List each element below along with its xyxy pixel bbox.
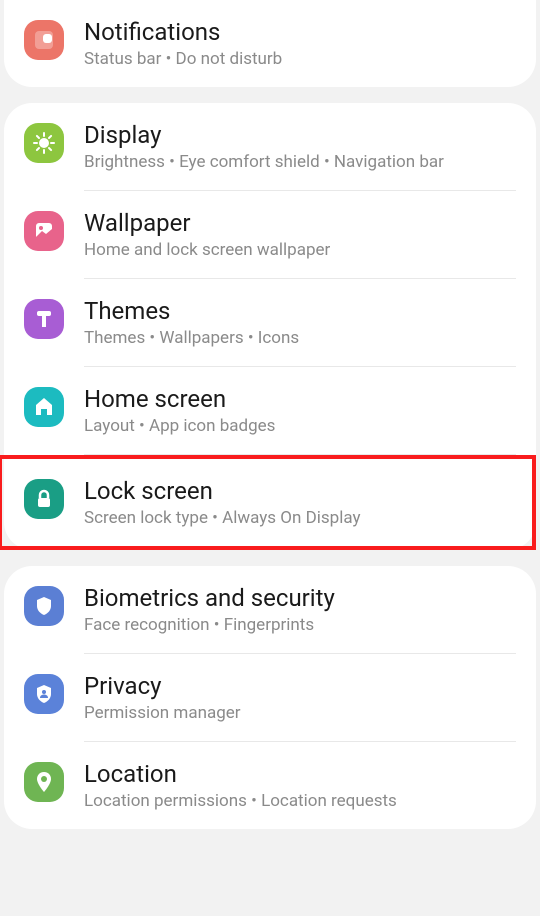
item-title: Location <box>84 760 516 788</box>
item-title: Notifications <box>84 18 516 46</box>
item-subtitle: Brightness • Eye comfort shield • Naviga… <box>84 152 516 172</box>
item-content: Home screen Layout • App icon badges <box>84 385 516 436</box>
item-title: Themes <box>84 297 516 325</box>
settings-item-biometrics[interactable]: Biometrics and security Face recognition … <box>4 566 536 653</box>
settings-item-themes[interactable]: Themes Themes • Wallpapers • Icons <box>4 279 536 366</box>
settings-item-location[interactable]: Location Location permissions • Location … <box>4 742 536 829</box>
item-subtitle: Face recognition • Fingerprints <box>84 615 516 635</box>
settings-group: Notifications Status bar • Do not disturb <box>4 0 536 87</box>
item-content: Location Location permissions • Location … <box>84 760 516 811</box>
settings-item-privacy[interactable]: Privacy Permission manager <box>4 654 536 741</box>
settings-group: Biometrics and security Face recognition … <box>4 566 536 829</box>
themes-icon <box>24 299 64 339</box>
settings-group: Display Brightness • Eye comfort shield •… <box>4 103 536 550</box>
settings-item-notifications[interactable]: Notifications Status bar • Do not disturb <box>4 0 536 87</box>
item-subtitle: Location permissions • Location requests <box>84 791 516 811</box>
wallpaper-icon <box>24 211 64 251</box>
item-content: Notifications Status bar • Do not disturb <box>84 18 516 69</box>
location-icon <box>24 762 64 802</box>
item-title: Lock screen <box>84 477 512 505</box>
item-content: Lock screen Screen lock type • Always On … <box>84 477 512 528</box>
privacy-icon <box>24 674 64 714</box>
item-content: Display Brightness • Eye comfort shield •… <box>84 121 516 172</box>
item-title: Biometrics and security <box>84 584 516 612</box>
item-subtitle: Permission manager <box>84 703 516 723</box>
item-title: Home screen <box>84 385 516 413</box>
item-title: Display <box>84 121 516 149</box>
item-subtitle: Status bar • Do not disturb <box>84 49 516 69</box>
item-content: Wallpaper Home and lock screen wallpaper <box>84 209 516 260</box>
display-icon <box>24 123 64 163</box>
home-icon <box>24 387 64 427</box>
item-content: Themes Themes • Wallpapers • Icons <box>84 297 516 348</box>
settings-item-wallpaper[interactable]: Wallpaper Home and lock screen wallpaper <box>4 191 536 278</box>
settings-item-lock-screen[interactable]: Lock screen Screen lock type • Always On … <box>0 455 536 550</box>
item-title: Privacy <box>84 672 516 700</box>
item-subtitle: Screen lock type • Always On Display <box>84 508 512 528</box>
item-title: Wallpaper <box>84 209 516 237</box>
item-subtitle: Home and lock screen wallpaper <box>84 240 516 260</box>
notifications-icon <box>24 20 64 60</box>
item-subtitle: Themes • Wallpapers • Icons <box>84 328 516 348</box>
settings-item-home-screen[interactable]: Home screen Layout • App icon badges <box>4 367 536 454</box>
item-subtitle: Layout • App icon badges <box>84 416 516 436</box>
item-content: Biometrics and security Face recognition … <box>84 584 516 635</box>
item-content: Privacy Permission manager <box>84 672 516 723</box>
lock-icon <box>24 479 64 519</box>
shield-icon <box>24 586 64 626</box>
settings-item-display[interactable]: Display Brightness • Eye comfort shield •… <box>4 103 536 190</box>
